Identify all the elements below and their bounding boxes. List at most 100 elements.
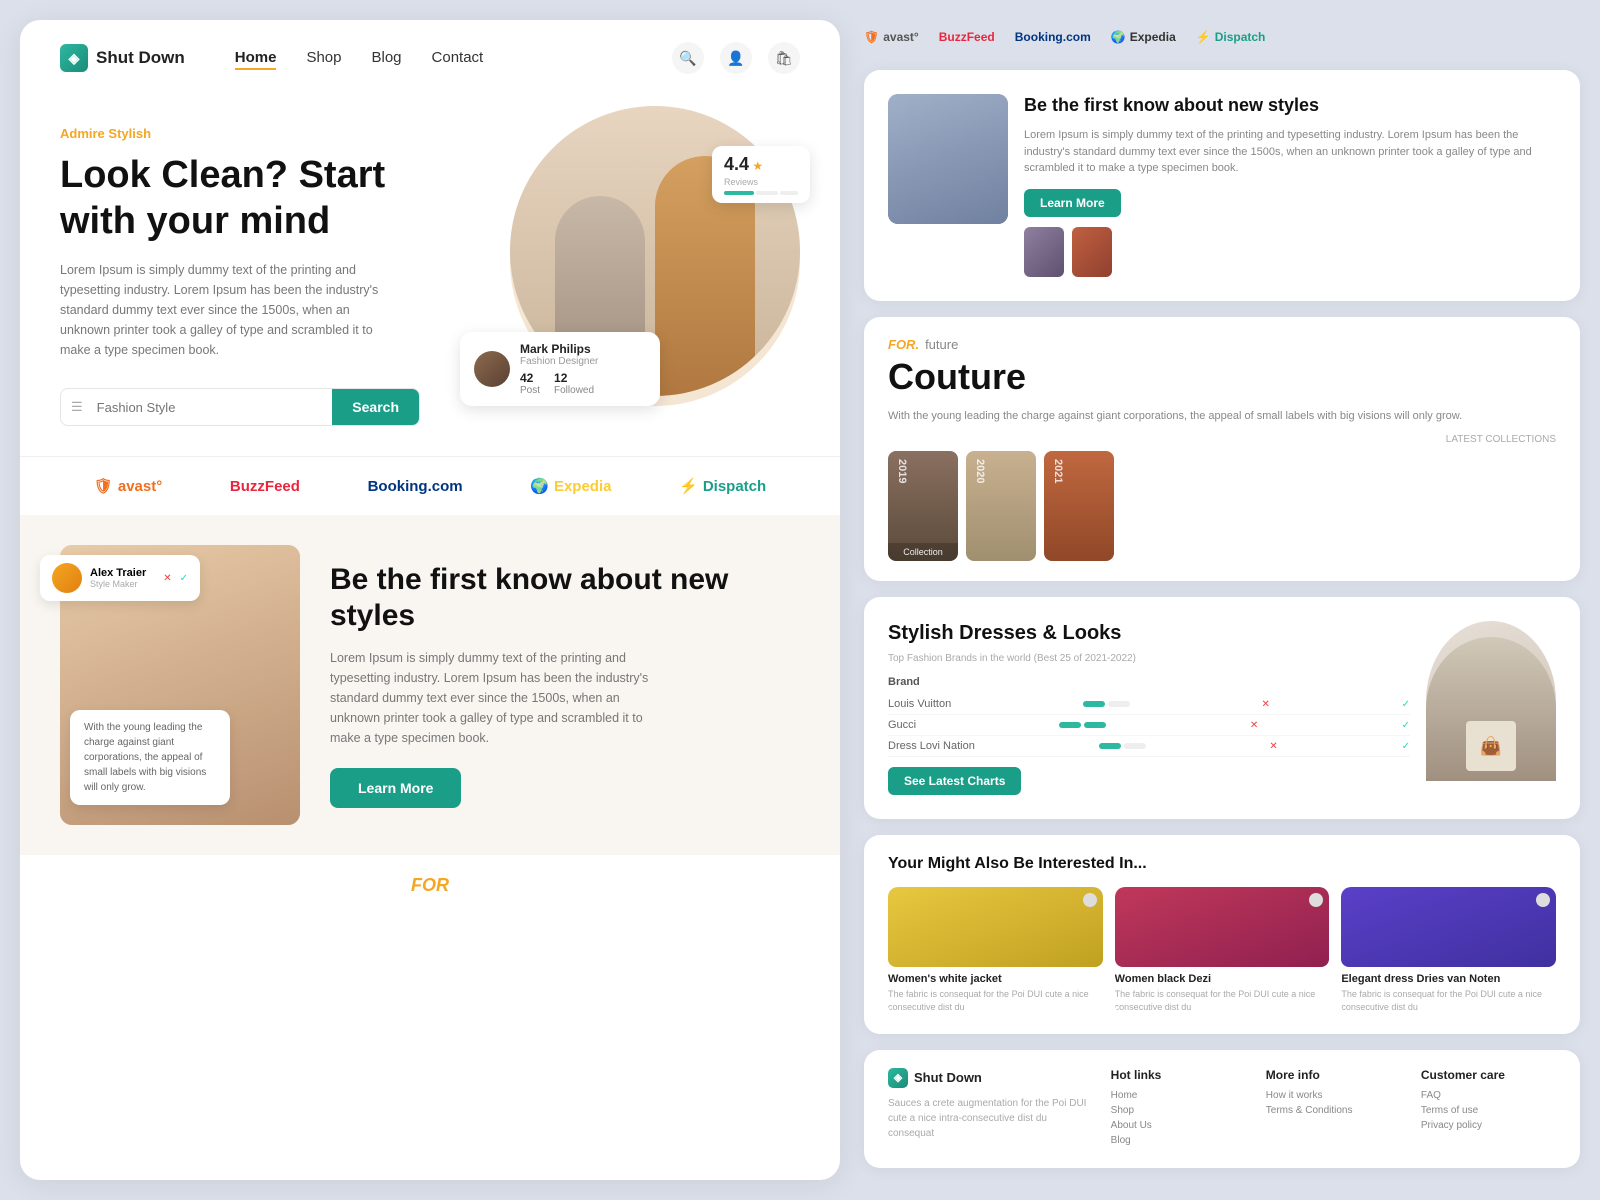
dresses-card-inner: Stylish Dresses & Looks Top Fashion Bran… [888, 621, 1556, 795]
hot-link-shop[interactable]: Shop [1111, 1105, 1246, 1116]
brand-row-3: Dress Lovi Nation ✕ ✓ [888, 736, 1410, 757]
small-img-1 [1024, 227, 1064, 277]
product-desc-1: The fabric is consequat for the Poi DUI … [888, 988, 1103, 1013]
know-styles-image [888, 94, 1008, 224]
nav-link-blog[interactable]: Blog [372, 49, 402, 66]
notification-card: Alex Traier Style Maker ✕ ✓ [40, 555, 200, 601]
search-button[interactable]: Search [332, 389, 419, 425]
footer-hot-links: Hot links Home Shop About Us Blog [1111, 1068, 1246, 1150]
search-bar-icon: ☰ [61, 399, 93, 415]
top-brand-avast: 🛡 avast° [864, 30, 919, 44]
couture-body: With the young leading the charge agains… [888, 408, 1556, 562]
brand-check-1[interactable]: ✓ [1402, 699, 1410, 710]
nav-icons: 🔍 👤 🛍 [672, 42, 800, 74]
nav-link-shop[interactable]: Shop [306, 49, 341, 66]
know-styles-btn[interactable]: Learn More [1024, 189, 1121, 217]
user-icon[interactable]: 👤 [720, 42, 752, 74]
nav-link-home[interactable]: Home [235, 49, 277, 70]
brand-check-3[interactable]: ✓ [1402, 741, 1410, 752]
more-info-1[interactable]: How it works [1266, 1090, 1401, 1101]
see-latest-btn[interactable]: See Latest Charts [888, 767, 1021, 795]
bar-3 [1099, 743, 1146, 749]
product-card-3[interactable]: Elegant dress Dries van Noten The fabric… [1341, 887, 1556, 1013]
nav-item-blog[interactable]: Blog [372, 49, 402, 67]
customer-care-1[interactable]: FAQ [1421, 1090, 1556, 1101]
designer-role: Fashion Designer [520, 356, 598, 367]
hot-links-title: Hot links [1111, 1068, 1246, 1082]
for-future: FOR. future [888, 337, 1556, 352]
collection-grid: 2019 Collection 2020 2021 [888, 451, 1556, 561]
customer-care-3[interactable]: Privacy policy [1421, 1120, 1556, 1131]
brand-avast: 🛡 avast° [94, 477, 162, 495]
notif-close-icon[interactable]: ✕ [163, 573, 171, 584]
product-img-1 [888, 887, 1103, 967]
brand-buzzfeed: BuzzFeed [230, 478, 300, 495]
hero-title: Look Clean? Start with your mind [60, 153, 460, 244]
logo[interactable]: ◈ Shut Down [60, 44, 185, 72]
hero-description: Lorem Ipsum is simply dummy text of the … [60, 260, 400, 360]
products-grid: Women's white jacket The fabric is conse… [888, 887, 1556, 1013]
coll-year-2021: 2021 [1052, 459, 1064, 483]
brand-expedia: 🌍 Expedia [530, 477, 611, 495]
section2-content: Be the first know about new styles Lorem… [330, 562, 800, 808]
notif-role: Style Maker [90, 579, 146, 589]
footer-brand-desc: Sauces a crete augmentation for the Poi … [888, 1096, 1091, 1141]
collection-2019[interactable]: 2019 Collection [888, 451, 958, 561]
section2-heading: Be the first know about new styles [330, 562, 800, 634]
hot-link-blog[interactable]: Blog [1111, 1135, 1246, 1146]
search-input[interactable] [93, 390, 333, 425]
search-icon[interactable]: 🔍 [672, 42, 704, 74]
avast-icon: 🛡 [94, 477, 113, 495]
product-dot-1 [1083, 893, 1097, 907]
product-name-1: Women's white jacket [888, 973, 1103, 985]
more-info-title: More info [1266, 1068, 1401, 1082]
hot-link-about[interactable]: About Us [1111, 1120, 1246, 1131]
know-styles-card: Be the first know about new styles Lorem… [864, 70, 1580, 301]
notif-check-icon[interactable]: ✓ [180, 573, 188, 584]
customer-care-2[interactable]: Terms of use [1421, 1105, 1556, 1116]
hero-left: Admire Stylish Look Clean? Start with yo… [60, 106, 460, 426]
hot-link-home[interactable]: Home [1111, 1090, 1246, 1101]
product-name-2: Women black Dezi [1115, 973, 1330, 985]
notif-content: Alex Traier Style Maker [90, 567, 146, 589]
brand-column-label: Brand [888, 676, 1410, 688]
brand-row-1: Louis Vuitton ✕ ✓ [888, 694, 1410, 715]
designer-info: Mark Philips Fashion Designer 42 Post 12… [520, 342, 598, 396]
dresses-content: Stylish Dresses & Looks Top Fashion Bran… [888, 621, 1410, 795]
designer-stats: 42 Post 12 Followed [520, 371, 598, 396]
section2-image: Alex Traier Style Maker ✕ ✓ With the you… [60, 545, 300, 825]
future-text: future [925, 337, 958, 352]
nav-item-shop[interactable]: Shop [306, 49, 341, 67]
dispatch-icon: ⚡ [679, 477, 698, 495]
know-styles-heading: Be the first know about new styles [1024, 94, 1556, 117]
top-brand-buzzfeed: BuzzFeed [939, 30, 995, 44]
dresses-accessory: 👜 [1466, 721, 1516, 771]
learn-more-button[interactable]: Learn More [330, 768, 461, 808]
product-name-3: Elegant dress Dries van Noten [1341, 973, 1556, 985]
product-card-1[interactable]: Women's white jacket The fabric is conse… [888, 887, 1103, 1013]
brand-name-2: Gucci [888, 719, 916, 731]
coll-year-2019: 2019 [896, 459, 908, 483]
more-info-2[interactable]: Terms & Conditions [1266, 1105, 1401, 1116]
brand-x-1[interactable]: ✕ [1262, 699, 1270, 710]
brand-check-2[interactable]: ✓ [1402, 720, 1410, 731]
coll-label-2019: Collection [888, 543, 958, 561]
brand-booking: Booking.com [368, 478, 463, 495]
know-styles-description: Lorem Ipsum is simply dummy text of the … [1024, 127, 1556, 177]
brand-x-3[interactable]: ✕ [1269, 741, 1277, 752]
collection-2020[interactable]: 2020 [966, 451, 1036, 561]
collection-2021[interactable]: 2021 [1044, 451, 1114, 561]
footer-section: ◈ Shut Down Sauces a crete augmentation … [864, 1050, 1580, 1168]
hero-right: 4.4 ★ Reviews Mark Philips Fashion Desig… [480, 106, 800, 426]
for-label: FOR [411, 875, 449, 895]
expedia-icon: 🌍 [530, 477, 549, 495]
rating-star: ★ [752, 159, 763, 173]
product-card-2[interactable]: Women black Dezi The fabric is consequat… [1115, 887, 1330, 1013]
nav-item-contact[interactable]: Contact [432, 49, 484, 67]
brand-x-2[interactable]: ✕ [1250, 720, 1258, 731]
cart-icon[interactable]: 🛍 [768, 42, 800, 74]
designer-card: Mark Philips Fashion Designer 42 Post 12… [460, 332, 660, 406]
nav-item-home[interactable]: Home [235, 49, 277, 67]
nav-link-contact[interactable]: Contact [432, 49, 484, 66]
section2: Alex Traier Style Maker ✕ ✓ With the you… [20, 515, 840, 855]
